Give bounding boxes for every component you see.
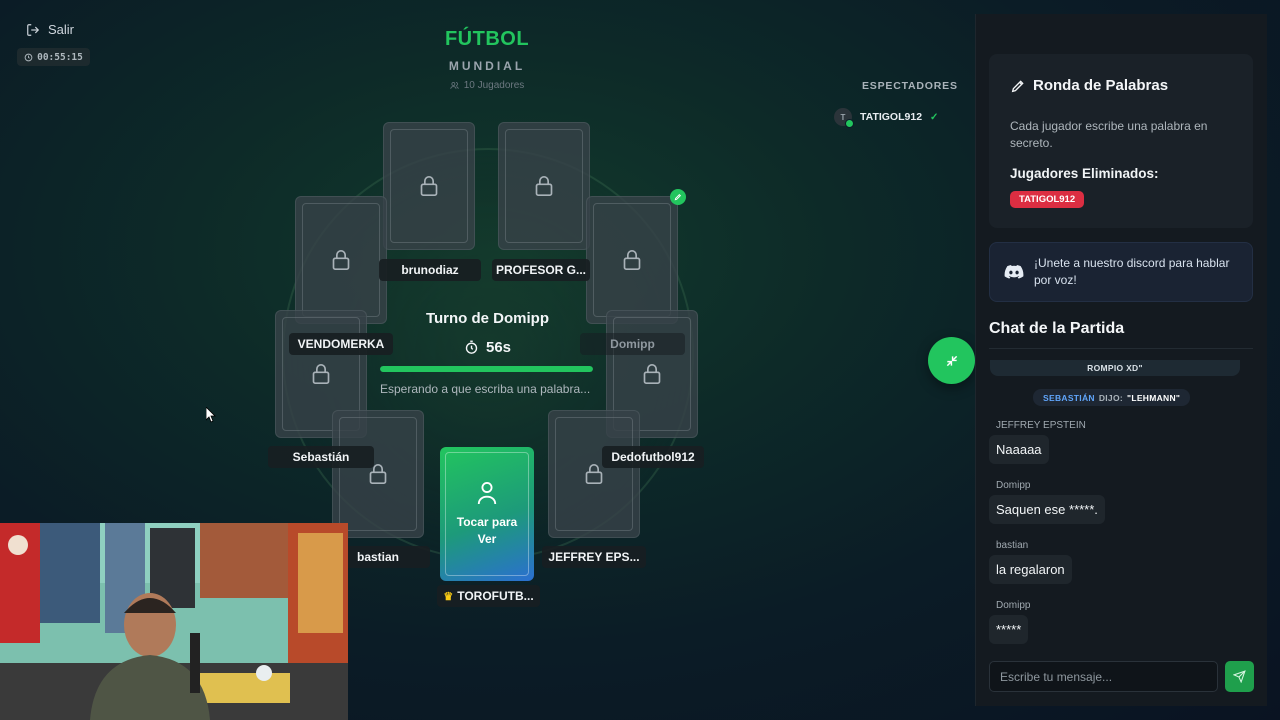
game-timer: 00:55:15 — [17, 48, 90, 66]
eliminated-player-badge: TATIGOL912 — [1010, 191, 1085, 208]
exit-button[interactable]: Salir — [26, 22, 74, 37]
chat-message: JEFFREY EPSTEIN Naaaaa — [989, 420, 1086, 464]
chat-message: Domipp Saquen ese *****. — [989, 480, 1105, 524]
send-button[interactable] — [1225, 661, 1254, 692]
writing-indicator-icon — [670, 189, 686, 205]
turn-countdown: 56s — [380, 339, 595, 356]
chat-title: Chat de la Partida — [989, 320, 1125, 337]
system-message-quote: "LEHMANN" — [1127, 392, 1181, 403]
webcam-image — [0, 523, 348, 720]
player-label-dedofutbol912: Dedofutbol912 — [602, 446, 704, 468]
players-count: 10 Jugadores — [387, 80, 587, 91]
chat-message: bastian la regalaron — [989, 540, 1072, 584]
chat-divider — [989, 348, 1253, 349]
my-card-reveal-button[interactable]: Tocar para Ver — [440, 447, 534, 581]
system-message-player: SEBASTIÁN — [1043, 392, 1095, 403]
stopwatch-icon — [465, 340, 478, 354]
player-label-sebastian: Sebastián — [268, 446, 374, 468]
chat-message: Domipp ***** — [989, 600, 1031, 644]
spectator-avatar: T — [834, 108, 854, 128]
message-text: Saquen ese *****. — [989, 495, 1105, 524]
mouse-cursor-icon — [206, 407, 216, 423]
players-count-label: 10 Jugadores — [463, 80, 525, 91]
discord-text: ¡Unete a nuestro discord para hablar por… — [1034, 256, 1230, 287]
webcam-overlay — [0, 523, 348, 720]
system-message-word: SEBASTIÁN DIJO: "LEHMANN" — [1033, 389, 1191, 406]
send-icon — [1233, 670, 1246, 683]
turn-progress-bar — [380, 366, 593, 372]
player-card-vendomerka[interactable] — [295, 196, 387, 324]
lock-icon — [623, 250, 641, 270]
round-title: Ronda de Palabras — [1010, 77, 1168, 94]
player-card-domipp[interactable] — [586, 196, 678, 324]
message-text: Naaaaa — [989, 435, 1049, 464]
message-author: JEFFREY EPSTEIN — [996, 420, 1086, 431]
discord-icon — [1004, 265, 1024, 279]
timer-value: 00:55:15 — [37, 51, 83, 63]
game-header: FÚTBOL MUNDIAL 10 Jugadores — [387, 28, 587, 91]
turn-progress-fill — [380, 366, 593, 372]
system-message: ROMPIO XD" — [990, 360, 1240, 376]
player-card-bastian[interactable] — [332, 410, 424, 538]
player-label-vendomerka: VENDOMERKA — [289, 333, 393, 355]
discord-banner[interactable]: ¡Unete a nuestro discord para hablar por… — [989, 242, 1253, 302]
exit-label: Salir — [48, 22, 75, 37]
message-author: Domipp — [996, 480, 1031, 491]
lock-icon — [535, 176, 553, 196]
check-circle-icon: ✓ — [930, 111, 939, 123]
message-text: la regalaron — [989, 555, 1072, 584]
message-text: ***** — [989, 615, 1029, 644]
player-label-profesor: PROFESOR G... — [492, 259, 590, 281]
player-card-brunodiaz[interactable] — [383, 122, 475, 250]
round-description: Cada jugador escribe una palabra en secr… — [1010, 119, 1208, 150]
clock-icon — [24, 53, 33, 61]
spectator-item: T TATIGOL912 ✓ — [834, 108, 939, 128]
player-label-host: ♛ TOROFUTB... — [437, 585, 540, 607]
player-label-domipp: Domipp — [580, 333, 685, 355]
collapse-icon — [946, 355, 957, 366]
lock-icon — [312, 364, 330, 384]
message-author: bastian — [996, 540, 1029, 551]
spectators-title: ESPECTADORES — [862, 80, 958, 92]
player-card-jeffrey[interactable] — [548, 410, 640, 538]
game-subtitle: MUNDIAL — [448, 59, 526, 73]
chat-message-input[interactable] — [989, 661, 1218, 692]
lock-icon — [420, 176, 438, 196]
eliminated-title: Jugadores Eliminados: — [1010, 166, 1159, 181]
users-icon — [450, 82, 459, 89]
spectator-name: TATIGOL912 — [860, 111, 923, 123]
my-card-label: Tocar para Ver — [456, 515, 518, 546]
host-name: TOROFUTB... — [457, 589, 534, 603]
logout-icon — [27, 23, 40, 36]
game-title: FÚTBOL — [444, 28, 530, 50]
round-title-label: Ronda de Palabras — [1033, 77, 1169, 94]
player-card-profesor[interactable] — [498, 122, 590, 250]
user-icon — [477, 482, 497, 505]
turn-title: Turno de Domipp — [425, 310, 550, 327]
toggle-panel-button[interactable] — [928, 337, 975, 384]
turn-time-value: 56s — [485, 339, 512, 356]
system-message-verb: DIJO: — [1098, 392, 1123, 403]
lock-icon — [643, 364, 661, 384]
pencil-icon — [1011, 79, 1024, 92]
lock-icon — [332, 250, 350, 270]
message-author: Domipp — [996, 600, 1031, 611]
player-label-brunodiaz: brunodiaz — [379, 259, 481, 281]
crown-icon: ♛ — [443, 590, 454, 603]
turn-panel: Turno de Domipp 56s Esperando a que escr… — [380, 310, 595, 398]
waiting-text: Esperando a que escriba una palabra... — [380, 382, 591, 396]
lock-icon — [585, 464, 603, 484]
player-label-jeffrey: JEFFREY EPS... — [542, 546, 646, 568]
